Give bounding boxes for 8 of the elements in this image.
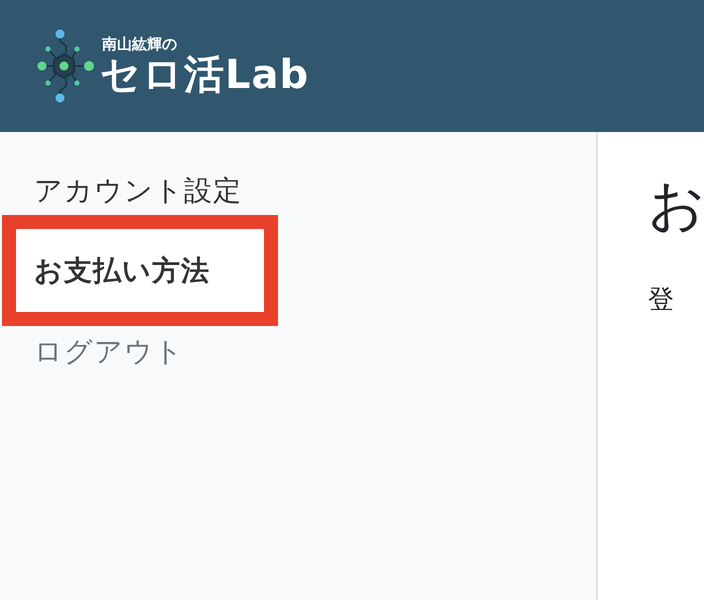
logo-byline: 南山紘輝の — [102, 35, 178, 53]
molecule-icon — [36, 29, 96, 103]
sidebar-link[interactable]: アカウント設定 — [34, 170, 242, 212]
sidebar-link[interactable]: お支払い方法 — [34, 250, 210, 292]
sidebar-link[interactable]: ログアウト — [34, 331, 184, 373]
page-heading: お — [648, 172, 704, 239]
logo-wordmark: セロ活Lab — [100, 53, 310, 97]
page-description: 登 — [648, 284, 675, 317]
